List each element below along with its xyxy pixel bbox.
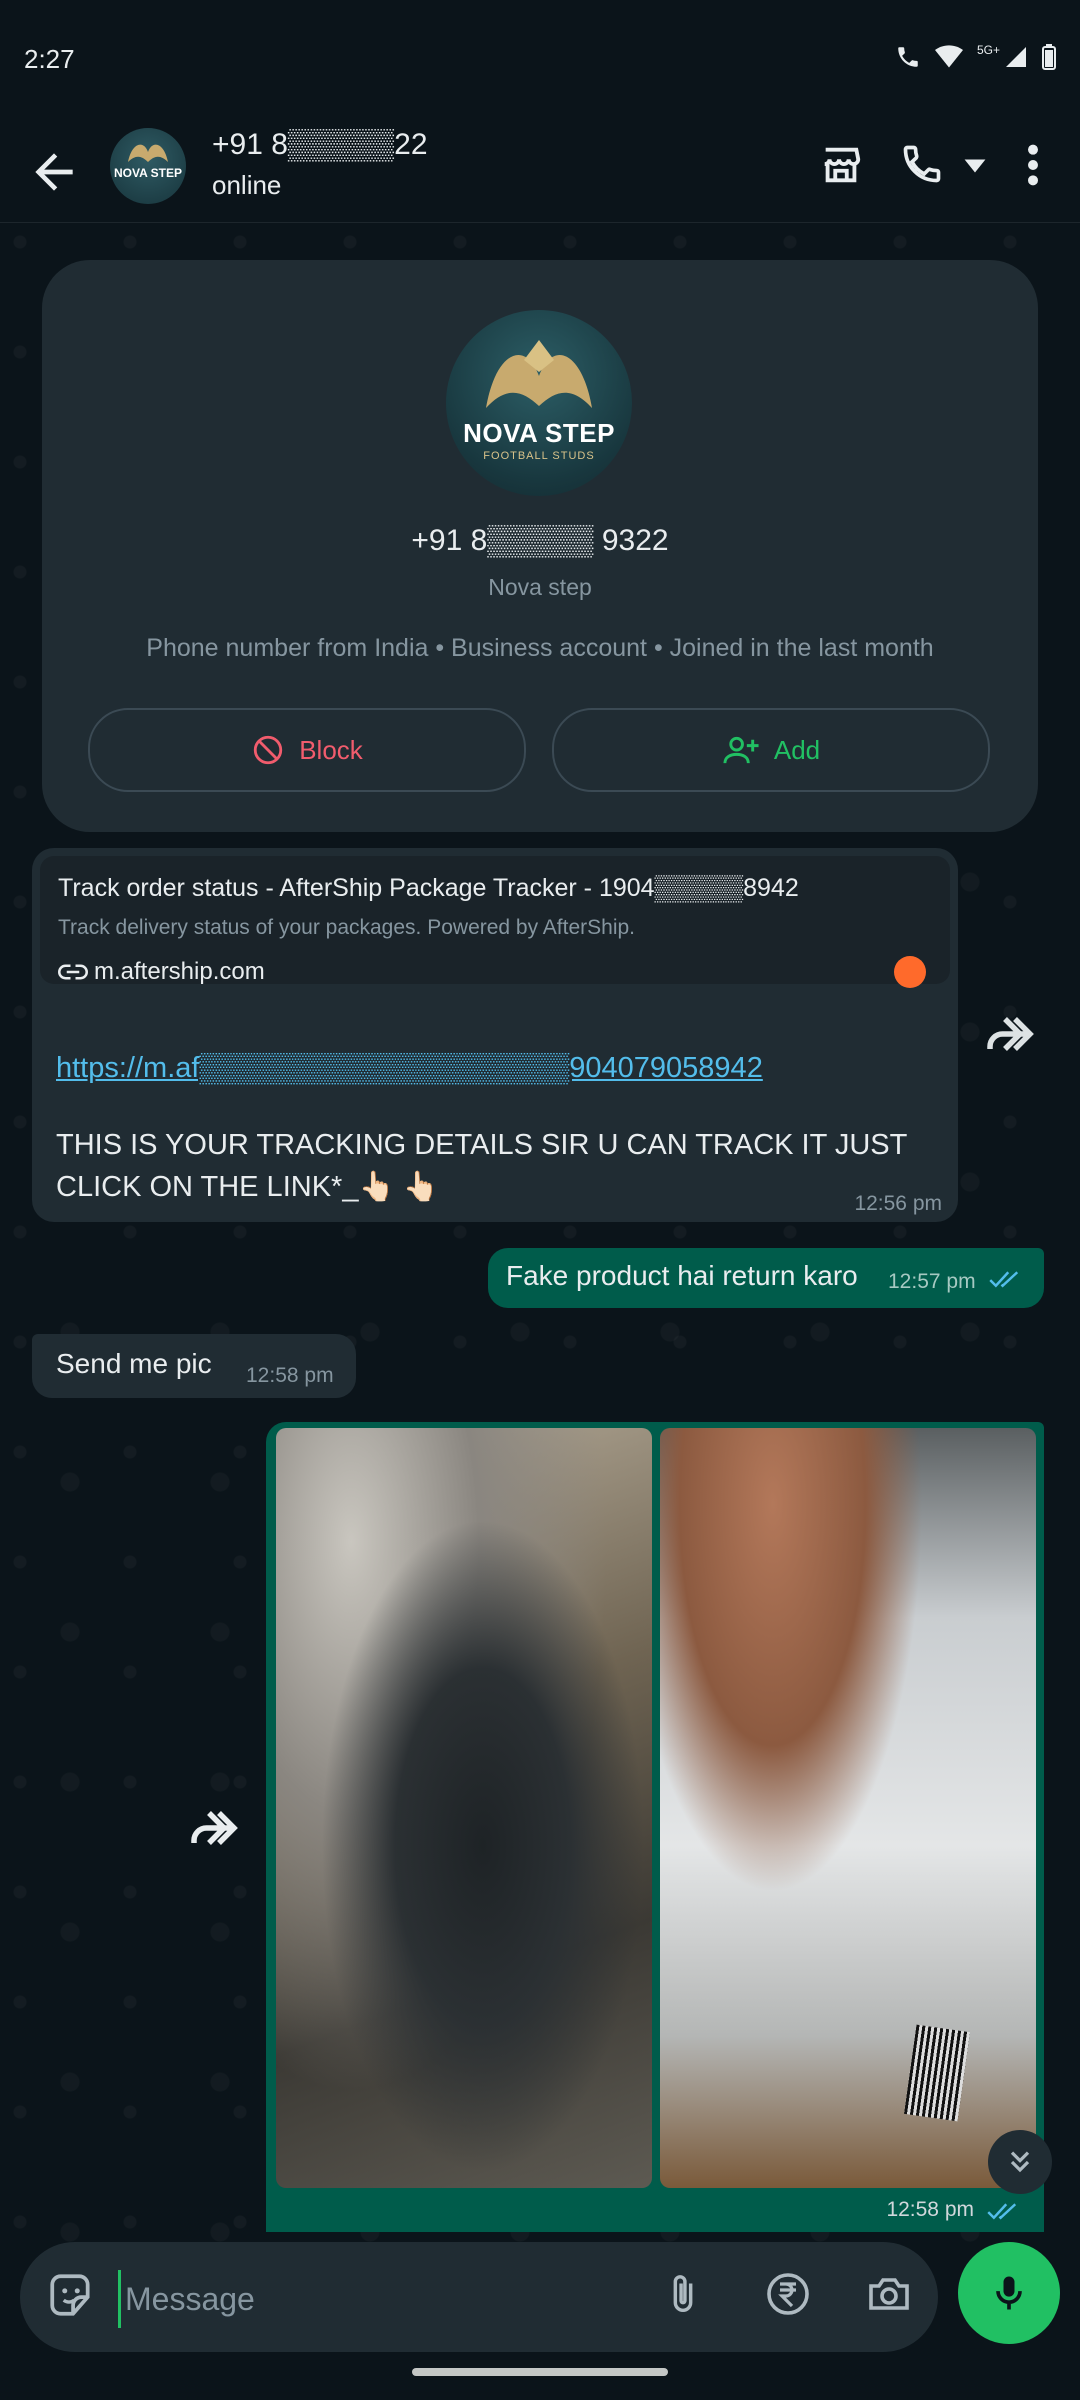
profile-name: Nova step bbox=[488, 574, 592, 600]
message-input-pill bbox=[20, 2242, 938, 2352]
home-indicator[interactable] bbox=[412, 2368, 668, 2376]
add-contact-button[interactable]: Add bbox=[552, 708, 990, 792]
message-text: Send me pic bbox=[56, 1348, 212, 1379]
dropdown-icon[interactable] bbox=[962, 156, 988, 176]
contact-name[interactable]: +91 8▒▒▒▒▒22 bbox=[212, 128, 428, 162]
message-input[interactable] bbox=[118, 2270, 527, 2328]
message-time: 12:57 pm bbox=[888, 1270, 976, 1293]
status-icons: 5G+ bbox=[895, 43, 1056, 70]
incoming-message-bubble[interactable]: Send me pic 12:58 pm bbox=[32, 1334, 356, 1398]
payment-rupee-icon[interactable] bbox=[764, 2270, 812, 2318]
avatar-text: NOVA STEP bbox=[113, 166, 182, 180]
link-preview-title: Track order status - AfterShip Package T… bbox=[58, 874, 799, 902]
logo-wings-icon bbox=[486, 340, 592, 408]
scroll-to-bottom-button[interactable] bbox=[988, 2130, 1052, 2194]
chat-header: NOVA STEP +91 8▒▒▒▒▒22 online bbox=[0, 120, 1080, 223]
contact-status: online bbox=[212, 170, 282, 200]
add-person-icon bbox=[723, 736, 759, 764]
signal-icon bbox=[1006, 47, 1026, 67]
profile-info: Phone number from India • Business accou… bbox=[146, 634, 934, 662]
block-icon bbox=[254, 735, 283, 765]
message-time: 12:58 pm bbox=[886, 2198, 974, 2221]
sticker-icon[interactable] bbox=[46, 2270, 96, 2320]
attach-icon[interactable] bbox=[660, 2270, 706, 2320]
message-time: 12:56 pm bbox=[854, 1192, 942, 1215]
call-active-icon bbox=[898, 47, 918, 67]
outgoing-message-bubble[interactable]: Fake product hai return karo 12:57 pm bbox=[488, 1248, 1044, 1308]
forward-icon[interactable] bbox=[184, 1798, 244, 1858]
block-button[interactable]: Block bbox=[88, 708, 526, 792]
status-time: 2:27 bbox=[24, 44, 75, 74]
message-time: 12:58 pm bbox=[246, 1364, 334, 1387]
read-ticks-icon bbox=[987, 2203, 1017, 2220]
message-composer bbox=[0, 2242, 1080, 2400]
profile-phone: +91 8▒▒▒▒▒ 9322 bbox=[411, 524, 669, 557]
barcode-graphic bbox=[904, 2024, 970, 2122]
photo-shoe[interactable] bbox=[276, 1428, 652, 2188]
more-vert-icon[interactable] bbox=[1016, 142, 1050, 188]
message-link[interactable]: https://m.af▒▒▒▒▒▒▒▒▒▒▒▒▒▒▒▒▒▒9040790589… bbox=[56, 1052, 763, 1085]
message-text: Fake product hai return karo bbox=[506, 1260, 858, 1291]
photo-package-label[interactable] bbox=[660, 1428, 1036, 2188]
link-preview[interactable]: Track order status - AfterShip Package T… bbox=[40, 856, 950, 988]
profile-brand: NOVA STEP bbox=[463, 418, 615, 448]
network-type: 5G+ bbox=[976, 43, 1000, 57]
call-icon[interactable] bbox=[900, 142, 944, 186]
outgoing-photo-album[interactable]: 12:58 pm bbox=[266, 1422, 1044, 2232]
store-icon[interactable] bbox=[818, 142, 864, 188]
voice-message-button[interactable] bbox=[958, 2242, 1060, 2344]
link-icon bbox=[58, 964, 88, 980]
battery-icon bbox=[1042, 44, 1056, 70]
message-text: THIS IS YOUR TRACKING DETAILS SIR U CAN … bbox=[56, 1129, 907, 1203]
avatar[interactable]: NOVA STEP bbox=[110, 128, 186, 204]
read-ticks-icon bbox=[989, 1271, 1019, 1288]
block-label: Block bbox=[299, 734, 363, 765]
link-preview-description: Track delivery status of your packages. … bbox=[58, 916, 635, 939]
aftership-logo-icon bbox=[894, 956, 926, 988]
incoming-message-bubble[interactable]: Track order status - AfterShip Package T… bbox=[32, 848, 958, 1222]
back-arrow-icon[interactable] bbox=[26, 144, 82, 200]
link-preview-domain: m.aftership.com bbox=[94, 958, 265, 985]
double-chevron-down-icon bbox=[1010, 2151, 1030, 2173]
status-bar: 2:27 5G+ bbox=[0, 0, 1080, 120]
profile-avatar[interactable]: NOVA STEP FOOTBALL STUDS bbox=[446, 310, 632, 496]
camera-icon[interactable] bbox=[864, 2270, 914, 2318]
add-label: Add bbox=[773, 734, 821, 765]
profile-brand-sub: FOOTBALL STUDS bbox=[483, 450, 595, 462]
business-profile-card: NOVA STEP FOOTBALL STUDS +91 8▒▒▒▒▒ 9322… bbox=[42, 260, 1038, 832]
forward-icon[interactable] bbox=[980, 1004, 1040, 1064]
mic-icon bbox=[996, 2276, 1022, 2310]
wifi-icon bbox=[934, 45, 963, 68]
